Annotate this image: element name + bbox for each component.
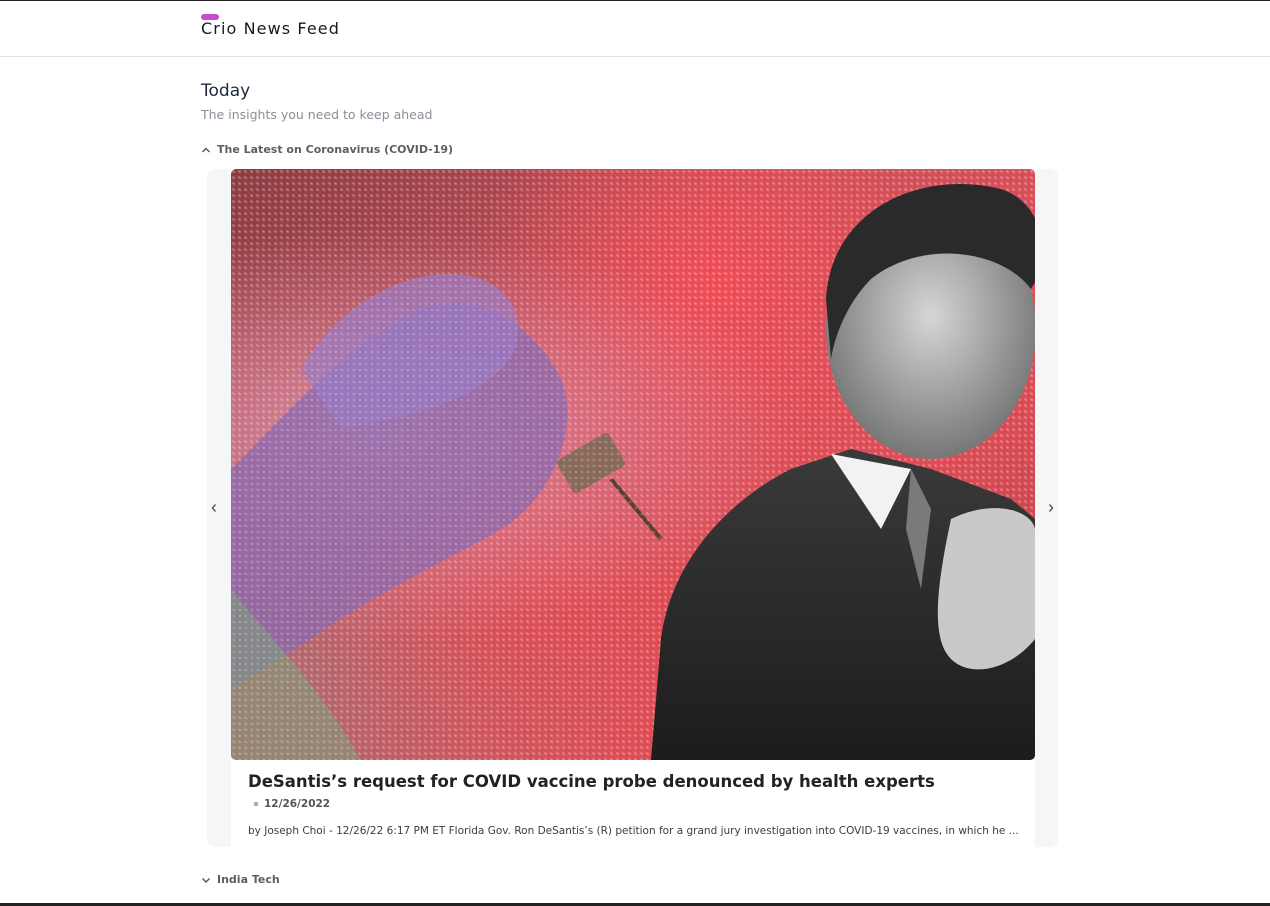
- carousel-prev-button[interactable]: [207, 169, 221, 847]
- section-toggle-covid[interactable]: The Latest on Coronavirus (COVID-19): [201, 143, 453, 156]
- news-card[interactable]: DeSantis’s request for COVID vaccine pro…: [231, 169, 1035, 847]
- chevron-right-icon: [1049, 504, 1054, 512]
- page: Crio News Feed Today The insights you ne…: [0, 0, 1270, 906]
- news-carousel: DeSantis’s request for COVID vaccine pro…: [207, 169, 1058, 847]
- page-title: Today: [201, 81, 251, 101]
- news-card-title[interactable]: DeSantis’s request for COVID vaccine pro…: [248, 772, 1028, 792]
- chevron-left-icon: [211, 504, 216, 512]
- news-card-meta: 12/26/2022: [254, 798, 330, 810]
- news-card-date: 12/26/2022: [264, 798, 331, 810]
- brand-title: Crio News Feed: [201, 19, 340, 38]
- news-card-image[interactable]: [231, 169, 1035, 760]
- news-card-description: by Joseph Choi - 12/26/22 6:17 PM ET Flo…: [248, 825, 1019, 837]
- brand[interactable]: Crio News Feed: [201, 14, 340, 38]
- section-title: India Tech: [217, 873, 280, 886]
- page-subtitle: The insights you need to keep ahead: [201, 107, 433, 122]
- navbar: Crio News Feed: [0, 1, 1270, 57]
- chevron-down-icon: [202, 877, 210, 883]
- carousel-next-button[interactable]: [1044, 169, 1058, 847]
- section-title: The Latest on Coronavirus (COVID-19): [217, 143, 454, 156]
- main-content: Today The insights you need to keep ahea…: [201, 81, 1061, 123]
- article-photo-illustration: [231, 169, 1035, 760]
- chevron-up-icon: [202, 147, 210, 152]
- bullet-icon: [254, 802, 258, 806]
- section-toggle-india-tech[interactable]: India Tech: [201, 873, 280, 886]
